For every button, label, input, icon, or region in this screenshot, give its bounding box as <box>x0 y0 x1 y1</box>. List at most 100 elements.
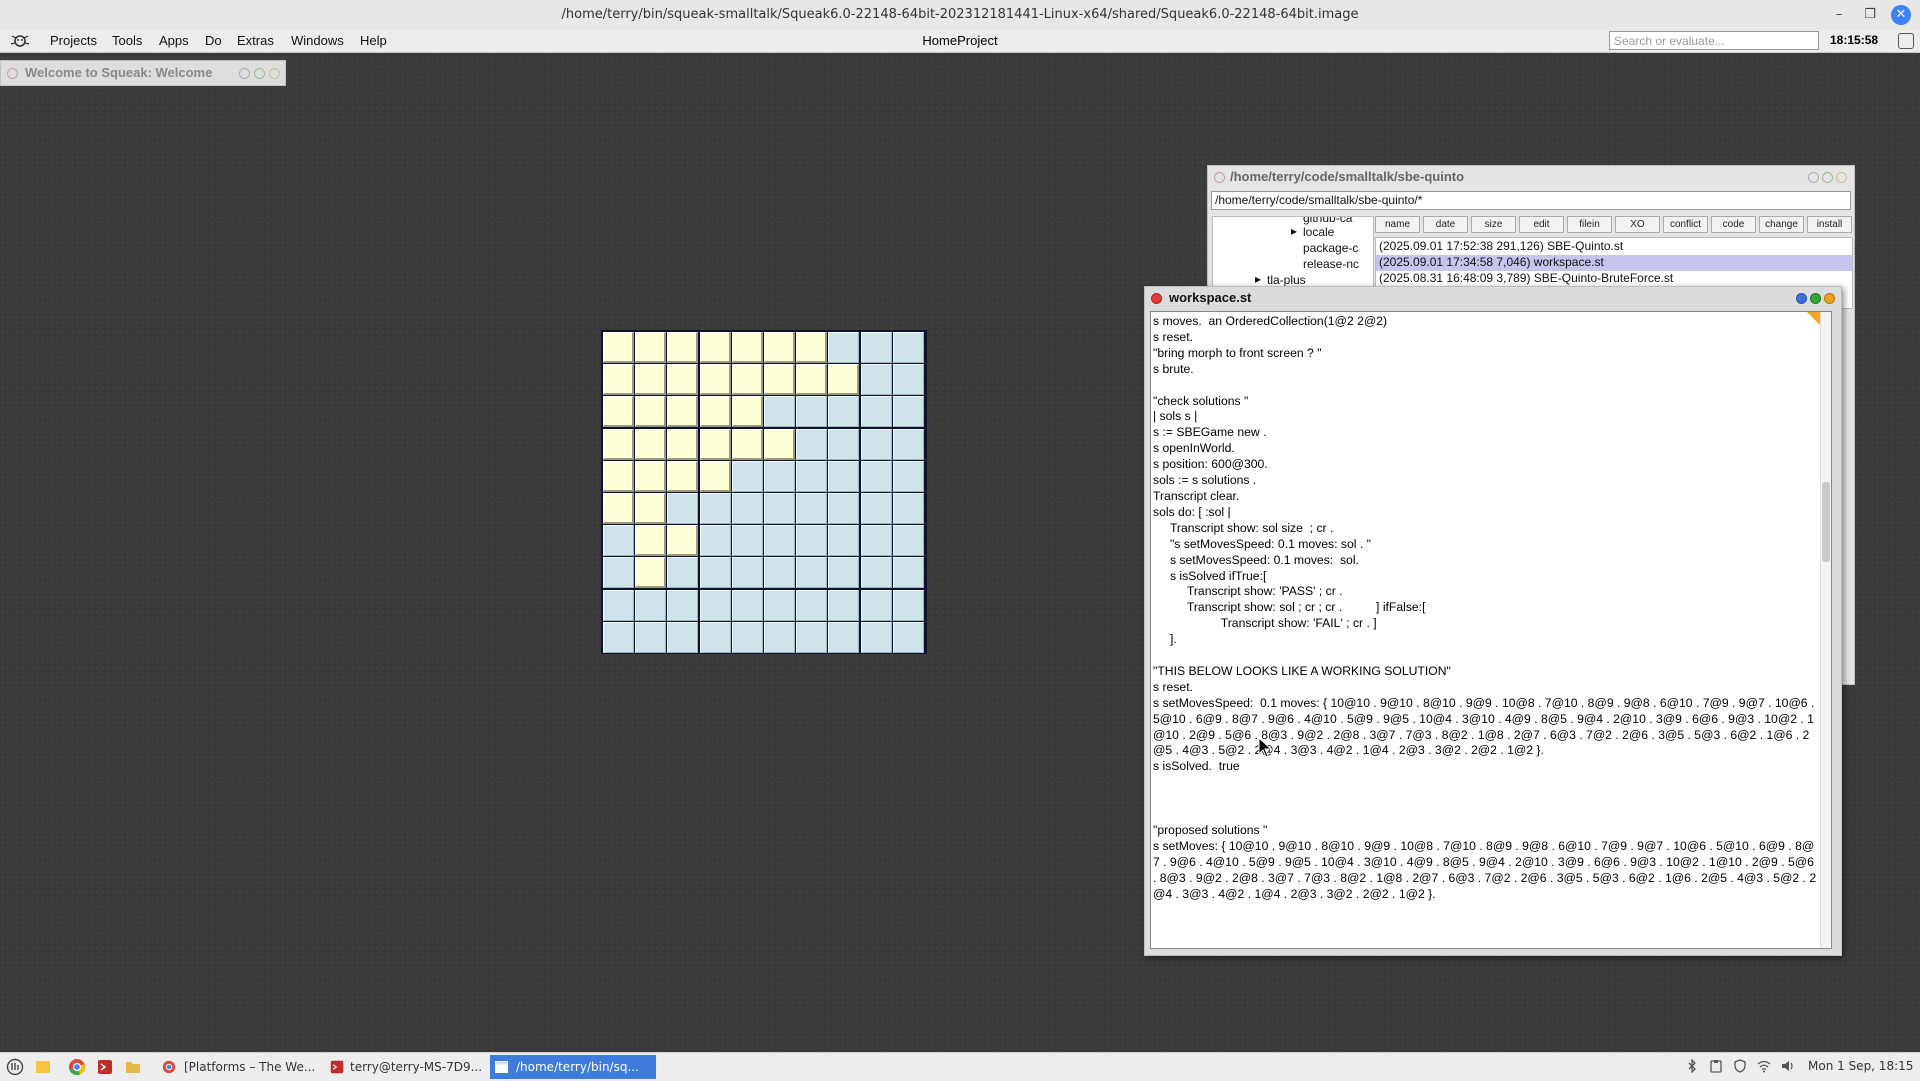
menu-icon[interactable] <box>1808 172 1819 183</box>
app-launcher-icon[interactable] <box>96 1058 114 1076</box>
edit-button[interactable]: edit <box>1519 216 1564 233</box>
board-cell-lit[interactable] <box>603 396 634 427</box>
board-cell-unlit[interactable] <box>732 493 763 524</box>
board-cell-unlit[interactable] <box>828 590 859 621</box>
board-cell-unlit[interactable] <box>796 622 827 653</box>
board-cell-lit[interactable] <box>732 364 763 395</box>
xo-button[interactable]: XO <box>1615 216 1660 233</box>
menu-windows[interactable]: Windows <box>291 33 344 48</box>
board-cell-lit[interactable] <box>764 332 795 363</box>
board-cell-unlit[interactable] <box>764 590 795 621</box>
board-cell-lit[interactable] <box>667 396 698 427</box>
conflict-button[interactable]: conflict <box>1663 216 1708 233</box>
board-cell-unlit[interactable] <box>893 332 924 363</box>
board-cell-unlit[interactable] <box>796 590 827 621</box>
board-cell-lit[interactable] <box>764 364 795 395</box>
close-button[interactable]: ✕ <box>1891 5 1911 25</box>
code-button[interactable]: code <box>1711 216 1756 233</box>
board-cell-unlit[interactable] <box>635 622 666 653</box>
board-cell-unlit[interactable] <box>732 525 763 556</box>
search-input[interactable] <box>1609 31 1819 50</box>
board-cell-unlit[interactable] <box>893 461 924 492</box>
board-cell-unlit[interactable] <box>764 396 795 427</box>
expand-icon[interactable] <box>1822 172 1833 183</box>
board-cell-unlit[interactable] <box>861 461 892 492</box>
volume-icon[interactable] <box>1781 1059 1795 1073</box>
menu-icon[interactable] <box>1796 293 1807 304</box>
board-cell-lit[interactable] <box>700 429 731 460</box>
board-cell-unlit[interactable] <box>861 332 892 363</box>
shield-icon[interactable] <box>1733 1059 1747 1073</box>
tree-expand-icon[interactable]: ▸ <box>1291 224 1297 238</box>
change-button[interactable]: change <box>1759 216 1804 233</box>
board-cell-unlit[interactable] <box>700 525 731 556</box>
filein-button[interactable]: filein <box>1567 216 1612 233</box>
minimize-button[interactable]: – <box>1829 5 1849 25</box>
tree-node[interactable]: tla-plus <box>1267 273 1306 287</box>
sort-name-button[interactable]: name <box>1375 216 1420 233</box>
task-terminal[interactable]: terry@terry-MS-7D9... <box>326 1055 488 1079</box>
board-cell-unlit[interactable] <box>732 622 763 653</box>
board-cell-unlit[interactable] <box>667 590 698 621</box>
sort-date-button[interactable]: date <box>1423 216 1468 233</box>
expand-icon[interactable] <box>1810 293 1821 304</box>
board-cell-unlit[interactable] <box>861 429 892 460</box>
menu-do[interactable]: Do <box>205 33 222 48</box>
close-icon[interactable] <box>1151 293 1162 304</box>
board-cell-unlit[interactable] <box>796 557 827 588</box>
board-cell-unlit[interactable] <box>796 525 827 556</box>
clipboard-icon[interactable] <box>1709 1059 1723 1073</box>
collapse-icon[interactable] <box>1836 172 1847 183</box>
board-cell-lit[interactable] <box>635 493 666 524</box>
board-cell-unlit[interactable] <box>828 557 859 588</box>
board-cell-lit[interactable] <box>635 461 666 492</box>
board-cell-lit[interactable] <box>635 429 666 460</box>
board-cell-lit[interactable] <box>635 364 666 395</box>
board-cell-unlit[interactable] <box>893 590 924 621</box>
chrome-launcher-icon[interactable] <box>68 1058 86 1076</box>
board-cell-unlit[interactable] <box>764 525 795 556</box>
board-cell-unlit[interactable] <box>861 557 892 588</box>
board-cell-lit[interactable] <box>667 364 698 395</box>
menu-icon[interactable] <box>239 68 250 79</box>
board-cell-unlit[interactable] <box>828 622 859 653</box>
board-cell-unlit[interactable] <box>700 590 731 621</box>
board-cell-unlit[interactable] <box>893 396 924 427</box>
board-cell-lit[interactable] <box>635 332 666 363</box>
scrollbar-thumb[interactable] <box>1822 482 1830 562</box>
board-cell-lit[interactable] <box>796 364 827 395</box>
tree-node[interactable]: package-c <box>1303 241 1358 255</box>
board-cell-unlit[interactable] <box>700 493 731 524</box>
board-cell-unlit[interactable] <box>667 622 698 653</box>
board-cell-unlit[interactable] <box>893 557 924 588</box>
board-cell-unlit[interactable] <box>893 493 924 524</box>
board-cell-lit[interactable] <box>667 332 698 363</box>
board-cell-unlit[interactable] <box>828 493 859 524</box>
workspace-window[interactable]: workspace.st s moves. an OrderedCollecti… <box>1144 286 1842 956</box>
menu-help[interactable]: Help <box>360 33 387 48</box>
board-cell-unlit[interactable] <box>893 622 924 653</box>
file-row[interactable]: (2025.09.01 17:52:38 291,126) SBE-Quinto… <box>1376 239 1852 255</box>
board-cell-unlit[interactable] <box>893 525 924 556</box>
board-cell-unlit[interactable] <box>764 461 795 492</box>
board-cell-unlit[interactable] <box>796 396 827 427</box>
board-cell-lit[interactable] <box>732 396 763 427</box>
board-cell-unlit[interactable] <box>635 590 666 621</box>
board-cell-unlit[interactable] <box>764 622 795 653</box>
task-squeak-active[interactable]: /home/terry/bin/sq... <box>490 1055 656 1079</box>
collapse-icon[interactable] <box>269 68 280 79</box>
expand-icon[interactable] <box>254 68 265 79</box>
menu-apps[interactable]: Apps <box>159 33 189 48</box>
taskbar-clock[interactable]: Mon 1 Sep, 18:15 <box>1808 1059 1913 1073</box>
menu-projects[interactable]: Projects <box>50 33 97 48</box>
board-cell-unlit[interactable] <box>603 525 634 556</box>
board-cell-unlit[interactable] <box>796 493 827 524</box>
board-cell-lit[interactable] <box>603 493 634 524</box>
board-cell-unlit[interactable] <box>861 525 892 556</box>
board-cell-lit[interactable] <box>667 429 698 460</box>
board-cell-unlit[interactable] <box>603 590 634 621</box>
board-cell-unlit[interactable] <box>732 557 763 588</box>
board-cell-lit[interactable] <box>700 396 731 427</box>
squeak-logo-icon[interactable] <box>8 32 32 50</box>
board-cell-lit[interactable] <box>700 364 731 395</box>
